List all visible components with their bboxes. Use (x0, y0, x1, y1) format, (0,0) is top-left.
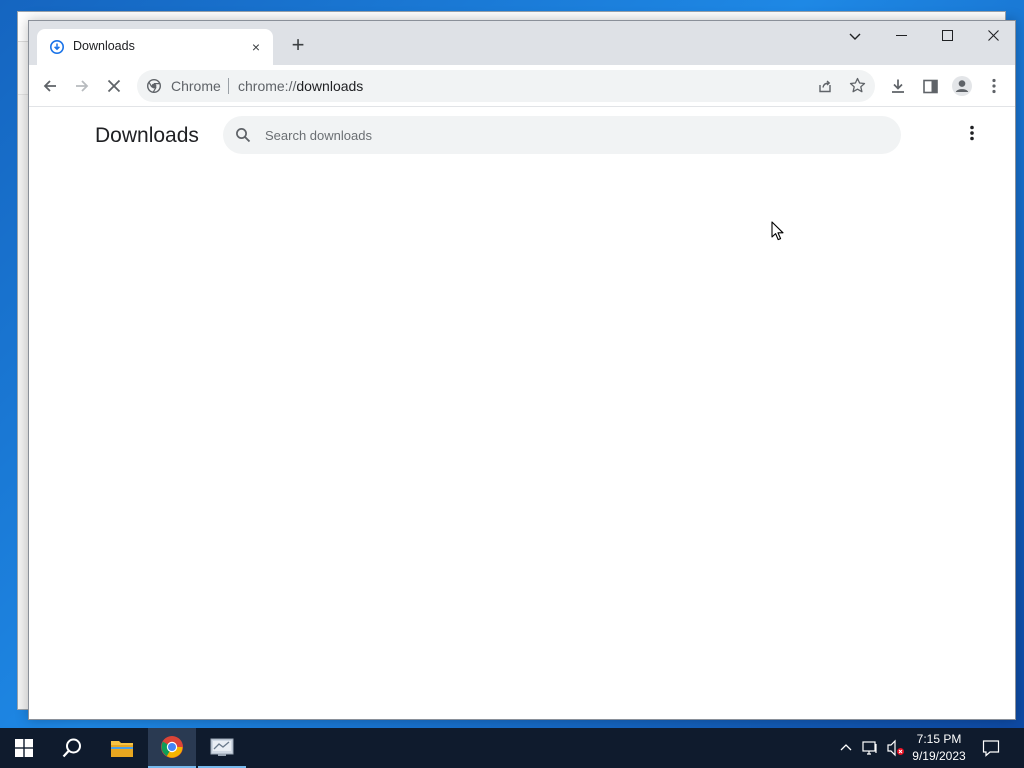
close-window-button[interactable] (975, 25, 1011, 49)
page-title: Downloads (95, 124, 199, 147)
tab-strip: Downloads × + (29, 21, 1015, 65)
share-icon[interactable] (817, 78, 833, 99)
url-text[interactable]: chrome://downloads (238, 78, 363, 94)
search-downloads-field[interactable] (223, 116, 901, 154)
chrome-logo-icon (146, 78, 162, 94)
chrome-chip-label: Chrome (171, 78, 221, 94)
taskbar: 7:15 PM 9/19/2023 (0, 728, 1024, 768)
browser-toolbar: Chrome chrome://downloads (29, 65, 1015, 107)
taskbar-search-icon[interactable] (48, 728, 96, 768)
url-scheme: chrome:// (238, 78, 297, 94)
url-path: downloads (296, 78, 364, 94)
back-arrow-icon[interactable] (38, 74, 62, 98)
downloads-header: Downloads (29, 108, 1015, 164)
downloads-page: Downloads (29, 108, 1015, 719)
download-icon (50, 40, 64, 54)
downloads-toolbar-icon[interactable] (886, 74, 910, 98)
file-explorer-icon[interactable] (98, 728, 146, 768)
tab-downloads[interactable]: Downloads × (37, 29, 273, 65)
tab-close-icon[interactable]: × (247, 38, 265, 56)
omnibox-divider (228, 78, 229, 94)
clock-date: 9/19/2023 (912, 749, 966, 763)
taskbar-chrome-icon[interactable] (148, 728, 196, 768)
network-status-icon[interactable] (862, 739, 880, 762)
new-tab-button[interactable]: + (287, 34, 309, 57)
chrome-window: Downloads × + Chrome chrome://downloads … (28, 20, 1016, 720)
maximize-button[interactable] (929, 25, 965, 49)
profile-avatar-icon[interactable] (950, 74, 974, 98)
volume-muted-icon[interactable] (886, 739, 906, 762)
address-bar[interactable]: Chrome chrome://downloads (137, 70, 875, 102)
network-app-icon[interactable] (198, 728, 246, 768)
show-hidden-icons-chevron-icon[interactable] (839, 739, 853, 762)
system-clock[interactable]: 7:15 PM 9/19/2023 (906, 731, 972, 765)
search-icon (235, 127, 251, 148)
tab-title: Downloads (73, 39, 135, 53)
forward-arrow-icon[interactable] (70, 74, 94, 98)
windows-start-icon[interactable] (0, 728, 48, 768)
search-downloads-input[interactable] (265, 124, 865, 146)
bookmark-star-icon[interactable] (849, 77, 866, 99)
tab-search-icon[interactable] (837, 25, 873, 49)
chrome-menu-icon[interactable] (982, 74, 1006, 98)
minimize-button[interactable] (883, 25, 919, 49)
side-panel-icon[interactable] (918, 74, 942, 98)
action-center-icon[interactable] (982, 739, 1000, 762)
clock-time: 7:15 PM (916, 732, 962, 746)
more-actions-icon[interactable] (970, 125, 974, 146)
stop-loading-icon[interactable] (102, 74, 126, 98)
mouse-cursor-icon (771, 221, 785, 246)
